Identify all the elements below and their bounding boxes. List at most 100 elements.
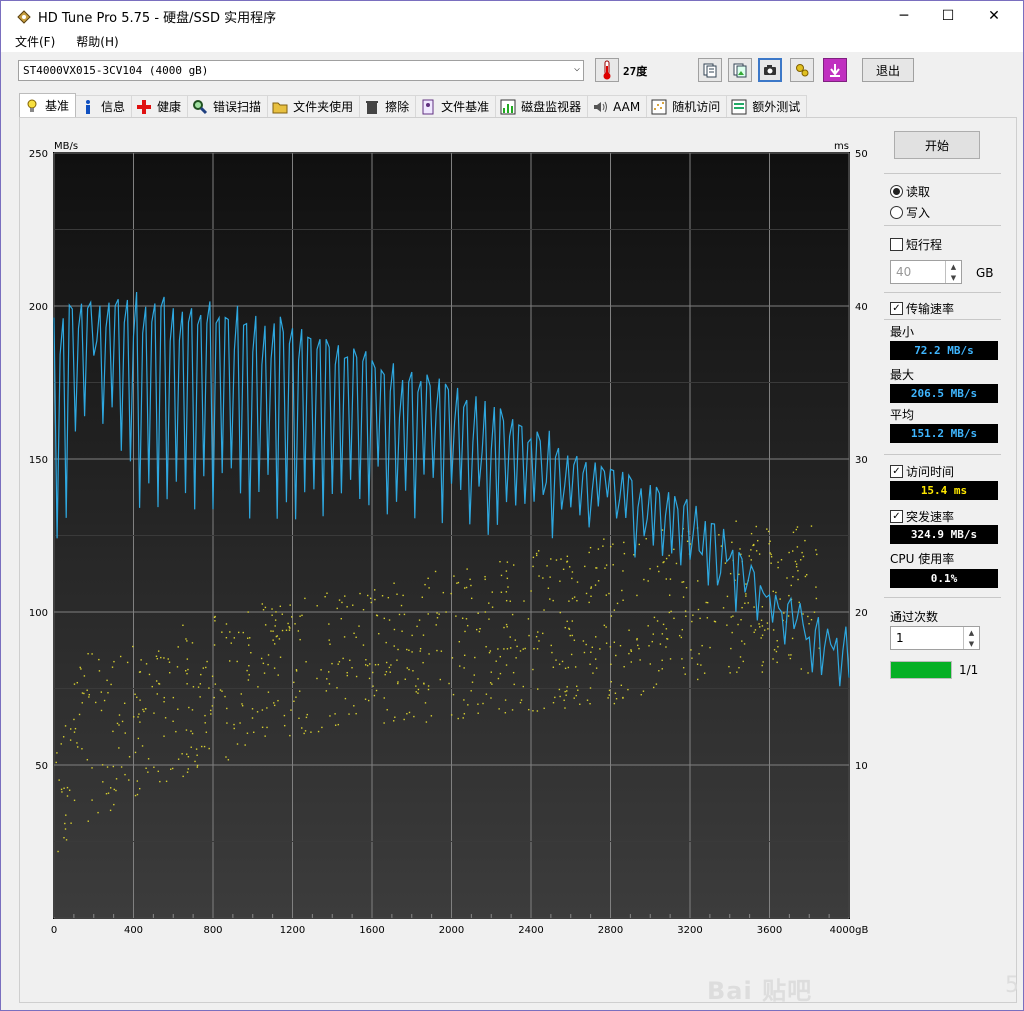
access-time-point — [612, 543, 614, 545]
access-time-point — [139, 699, 141, 701]
access-time-point — [726, 595, 729, 598]
access-time-point — [488, 618, 490, 620]
info-icon — [86, 99, 91, 114]
access-time-point — [326, 678, 328, 680]
copy-text-button[interactable] — [698, 58, 722, 82]
screenshot-button[interactable] — [758, 58, 782, 82]
x-tick-label: 2000 — [439, 925, 464, 936]
menu-file[interactable]: 文件(F) — [1, 33, 62, 50]
tab-random-access[interactable]: 随机访问 — [647, 95, 728, 117]
y-right-tick-label: 20 — [855, 608, 868, 619]
tab-extra-tests[interactable]: 额外测试 — [727, 95, 808, 117]
access-time-point — [393, 645, 395, 647]
spin-up-icon[interactable]: ▲ — [964, 627, 979, 638]
access-time-point — [253, 731, 255, 733]
access-time-point — [375, 689, 378, 692]
tab-folder-usage[interactable]: 文件夹使用 — [268, 95, 361, 117]
access-time-point — [145, 663, 148, 665]
access-time-point — [622, 570, 624, 572]
copy-image-button[interactable] — [728, 58, 752, 82]
access-time-point — [579, 703, 581, 705]
access-time-point — [568, 566, 571, 568]
short-stroke-spinner[interactable]: 40 ▲ ▼ — [890, 260, 962, 284]
access-time-point — [169, 672, 171, 674]
access-time-point — [248, 644, 250, 646]
passes-spinner[interactable]: 1 ▲ ▼ — [890, 626, 980, 650]
menu-help[interactable]: 帮助(H) — [62, 33, 125, 50]
title-bar[interactable]: HD Tune Pro 5.75 - 硬盘/SSD 实用程序 ─ ☐ ✕ — [1, 1, 1023, 31]
maximize-button[interactable]: ☐ — [925, 1, 971, 31]
access-time-point — [796, 526, 799, 528]
access-time-point — [398, 613, 401, 616]
access-time-point — [278, 638, 281, 640]
access-time-point — [200, 673, 202, 676]
access-time-point — [783, 612, 785, 614]
access-time-point — [807, 615, 809, 618]
access-time-point — [681, 658, 683, 660]
access-time-point — [275, 611, 277, 613]
access-time-point — [542, 632, 544, 635]
access-time-point — [490, 671, 492, 673]
spin-down-icon[interactable]: ▼ — [946, 272, 961, 283]
drive-select[interactable]: ST4000VX015-3CV104 (4000 gB) ⌵ — [18, 60, 584, 81]
access-time-point — [673, 548, 675, 551]
read-radio[interactable]: 读取 — [890, 183, 930, 200]
tab-error-scan[interactable]: 错误扫描 — [188, 95, 269, 117]
access-time-point — [261, 709, 264, 711]
exit-button[interactable]: 退出 — [862, 58, 914, 82]
short-stroke-checkbox[interactable]: 短行程 — [890, 236, 942, 253]
access-time-point — [590, 587, 592, 589]
access-time-point — [393, 628, 396, 631]
access-time-point — [488, 602, 490, 604]
access-time-point — [533, 647, 535, 650]
access-time-point — [506, 626, 508, 628]
tab-aam[interactable]: AAM — [588, 95, 648, 117]
access-time-point — [596, 567, 598, 569]
access-time-point — [372, 685, 374, 687]
access-time-point — [273, 667, 276, 669]
access-time-point — [112, 765, 115, 768]
access-time-point — [434, 570, 437, 573]
spin-up-icon[interactable]: ▲ — [946, 261, 961, 272]
close-button[interactable]: ✕ — [971, 1, 1017, 31]
access-time-point — [738, 667, 740, 669]
access-time-point — [630, 650, 633, 653]
spin-down-icon[interactable]: ▼ — [964, 638, 979, 649]
access-time-point — [427, 688, 430, 691]
access-time-point — [514, 639, 517, 641]
access-time-point — [758, 553, 761, 555]
transfer-rate-checkbox[interactable]: ✓ 传输速率 — [890, 300, 954, 317]
access-time-checkbox[interactable]: ✓ 访问时间 — [890, 463, 954, 480]
access-time-point — [186, 683, 188, 685]
minimize-button[interactable]: ─ — [881, 1, 927, 31]
access-time-point — [516, 645, 518, 648]
access-time-point — [602, 545, 604, 547]
tab-info[interactable]: 信息 — [76, 95, 133, 117]
access-time-point — [364, 698, 367, 700]
access-time-point — [607, 697, 609, 699]
access-time-point — [397, 648, 399, 651]
options-button[interactable] — [790, 58, 814, 82]
x-tick-label: 4000gB — [830, 925, 869, 936]
monitor-chart-icon — [500, 99, 516, 114]
access-time-point — [226, 722, 228, 724]
tab-benchmark[interactable]: 基准 — [19, 93, 77, 117]
access-time-point — [509, 647, 512, 649]
access-time-point — [241, 705, 244, 707]
start-button[interactable]: 开始 — [894, 131, 980, 159]
access-time-point — [88, 693, 90, 696]
temperature-button[interactable] — [595, 58, 619, 82]
min-label: 最小 — [890, 325, 915, 339]
access-time-point — [537, 631, 539, 633]
access-time-point — [795, 563, 798, 565]
temperature-value: 27度 — [623, 65, 648, 78]
burst-rate-checkbox[interactable]: ✓ 突发速率 — [890, 508, 954, 525]
write-radio[interactable]: 写入 — [890, 204, 930, 221]
tab-erase[interactable]: 擦除 — [360, 95, 417, 117]
tab-disk-monitor[interactable]: 磁盘监视器 — [496, 95, 589, 117]
tab-file-benchmark[interactable]: 文件基准 — [416, 95, 497, 117]
access-time-point — [338, 599, 341, 601]
tab-health[interactable]: 健康 — [132, 95, 189, 117]
access-time-value: 15.4 ms — [890, 481, 998, 500]
save-button[interactable] — [823, 58, 847, 82]
